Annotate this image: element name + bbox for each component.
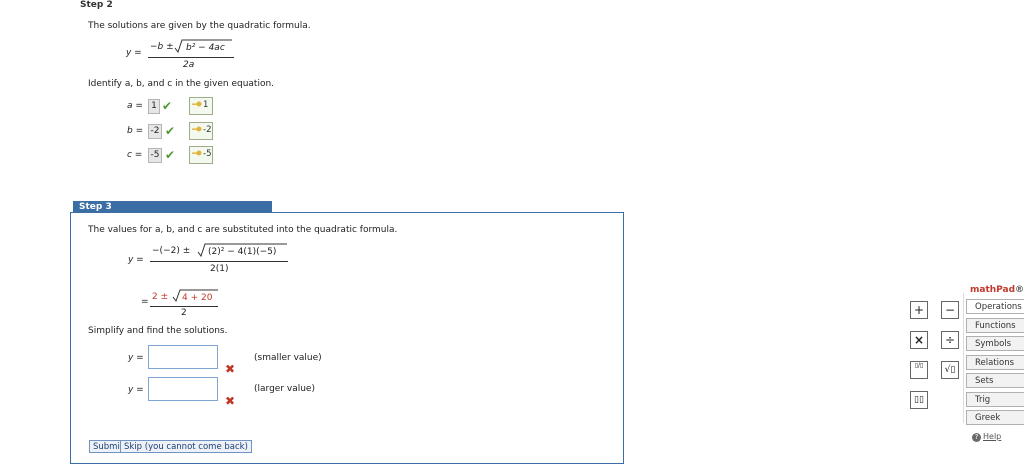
answer1-lhs: y = — [128, 353, 144, 363]
incorrect-icon: ✖ — [225, 362, 236, 376]
formula-denominator: 2a — [183, 60, 195, 70]
tab-functions[interactable]: Functions — [966, 318, 1024, 333]
check-icon: ✔ — [165, 124, 176, 138]
tab-operations[interactable]: Operations — [966, 299, 1024, 314]
sub2-numerator-sign: 2 ± — [152, 292, 169, 302]
tab-trig[interactable]: Trig — [966, 392, 1024, 407]
help-icon: ? — [972, 433, 981, 442]
key-icon — [192, 126, 202, 132]
step2-intro: The solutions are given by the quadratic… — [88, 21, 311, 31]
var-a-answer: 1 — [148, 99, 160, 114]
sqrt-button[interactable]: √▯ — [941, 361, 959, 379]
fraction-bar — [148, 57, 234, 58]
sub2-lhs: = — [141, 297, 149, 307]
times-button[interactable]: × — [910, 331, 928, 349]
check-icon: ✔ — [162, 99, 173, 113]
simplify-text: Simplify and find the solutions. — [88, 326, 228, 336]
identify-text: Identify a, b, and c in the given equati… — [88, 79, 275, 89]
var-a-key[interactable]: 1 — [189, 97, 213, 115]
mathpad-logo: mathPad® — [970, 285, 1024, 295]
sub1-radicand: (2)² − 4(1)(−5) — [208, 247, 277, 257]
fraction-bar — [150, 306, 218, 307]
tab-relations[interactable]: Relations — [966, 355, 1024, 370]
var-b-answer: -2 — [148, 124, 162, 139]
plus-button[interactable]: + — [910, 301, 928, 319]
skip-button[interactable]: Skip (you cannot come back) — [120, 440, 252, 453]
formula-radicand: b² − 4ac — [186, 43, 225, 53]
help-link[interactable]: ? Help — [972, 432, 1001, 442]
key-icon — [192, 150, 202, 156]
tab-symbols[interactable]: Symbols — [966, 336, 1024, 351]
exponent-button[interactable]: ▯▯ — [910, 391, 928, 409]
var-b-label: b = — [127, 126, 144, 136]
var-b-key[interactable]: -2 — [189, 122, 213, 140]
minus-button[interactable]: − — [941, 301, 959, 319]
step2-title: Step 2 — [80, 0, 113, 10]
sub1-lhs: y = — [128, 255, 144, 265]
formula-numerator-sign: −b ± — [150, 42, 174, 52]
var-b-correct: -2 — [203, 125, 212, 135]
sub2-radicand: 4 + 20 — [182, 293, 213, 303]
smaller-value-input[interactable] — [148, 345, 218, 369]
var-c-answer: -5 — [148, 148, 162, 163]
var-c-key[interactable]: -5 — [189, 146, 213, 164]
var-c-label: c = — [127, 150, 143, 160]
sub1-numerator-sign: −(−2) ± — [152, 246, 191, 256]
fraction-bar — [150, 261, 288, 262]
tab-greek[interactable]: Greek — [966, 410, 1024, 425]
tab-sets[interactable]: Sets — [966, 373, 1024, 388]
key-icon — [192, 101, 202, 107]
var-a-correct: 1 — [203, 100, 209, 110]
sub2-denominator: 2 — [181, 308, 187, 318]
answer2-lhs: y = — [128, 385, 144, 395]
check-icon: ✔ — [165, 148, 176, 162]
fraction-button[interactable]: ▯/▯ — [910, 361, 928, 379]
step3-intro: The values for a, b, and c are substitut… — [88, 225, 398, 235]
smaller-value-label: (smaller value) — [254, 353, 322, 363]
var-a-label: a = — [127, 101, 143, 111]
larger-value-label: (larger value) — [254, 384, 315, 394]
formula-lhs: y = — [126, 48, 142, 58]
incorrect-icon: ✖ — [225, 394, 236, 408]
sub1-denominator: 2(1) — [210, 264, 229, 274]
var-c-correct: -5 — [203, 149, 212, 159]
divide-button[interactable]: ÷ — [941, 331, 959, 349]
larger-value-input[interactable] — [148, 377, 218, 401]
